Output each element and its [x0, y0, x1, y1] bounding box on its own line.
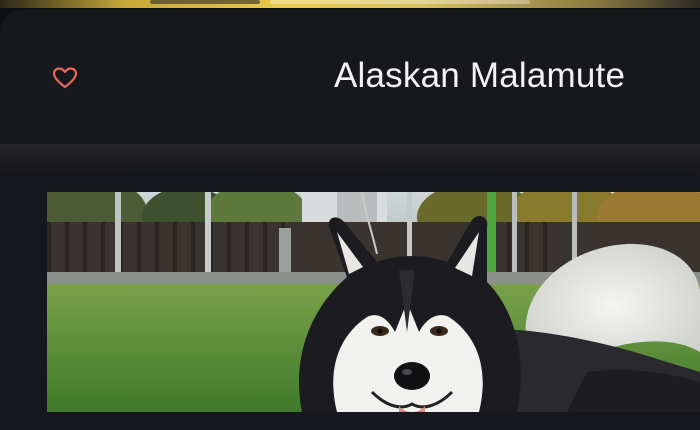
- header-divider: [0, 144, 700, 174]
- top-status-strip: [0, 0, 700, 8]
- card-header: Alaskan Malamute: [0, 10, 700, 144]
- page-title: Alaskan Malamute: [334, 56, 626, 95]
- dog-photo: [47, 192, 700, 412]
- blurred-strip-element: [270, 0, 530, 4]
- blurred-strip-element: [150, 0, 260, 4]
- heart-outline-icon[interactable]: [52, 66, 78, 90]
